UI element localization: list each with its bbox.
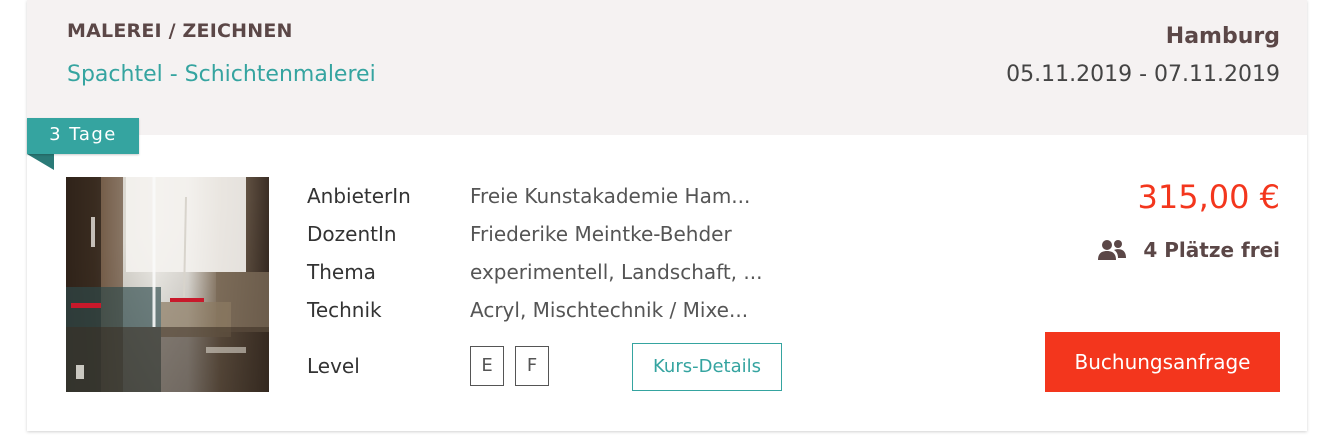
course-city: Hamburg (1165, 24, 1280, 49)
topic-label: Thema (307, 260, 376, 284)
technique-label: Technik (307, 298, 382, 322)
technique-value: Acryl, Mischtechnik / Mixe... (470, 298, 749, 322)
booking-request-button[interactable]: Buchungsanfrage (1045, 332, 1280, 392)
ribbon-fold (27, 154, 54, 170)
level-badge-f: F (515, 346, 549, 386)
people-icon (1097, 239, 1127, 261)
level-label: Level (307, 354, 360, 378)
seats-text: 4 Plätze frei (1143, 238, 1280, 262)
available-seats: 4 Plätze frei (1097, 238, 1280, 262)
course-dates: 05.11.2019 - 07.11.2019 (1006, 62, 1280, 87)
provider-value: Freie Kunstakademie Ham... (470, 184, 751, 208)
instructor-label: DozentIn (307, 222, 397, 246)
provider-label: AnbieterIn (307, 184, 411, 208)
course-details-button[interactable]: Kurs-Details (632, 343, 782, 391)
level-badge-e: E (470, 346, 504, 386)
course-title[interactable]: Spachtel - Schichtenmalerei (67, 62, 376, 87)
artwork-image (66, 177, 269, 392)
course-thumbnail[interactable] (66, 177, 269, 392)
course-card: MALEREI / ZEICHNEN Spachtel - Schichtenm… (27, 0, 1307, 431)
card-header: MALEREI / ZEICHNEN Spachtel - Schichtenm… (27, 0, 1307, 135)
instructor-value: Friederike Meintke-Behder (470, 222, 732, 246)
topic-value: experimentell, Landschaft, ... (470, 260, 763, 284)
course-category: MALEREI / ZEICHNEN (67, 20, 293, 42)
course-price: 315,00 € (1137, 178, 1281, 216)
duration-ribbon: 3 Tage (27, 118, 139, 154)
